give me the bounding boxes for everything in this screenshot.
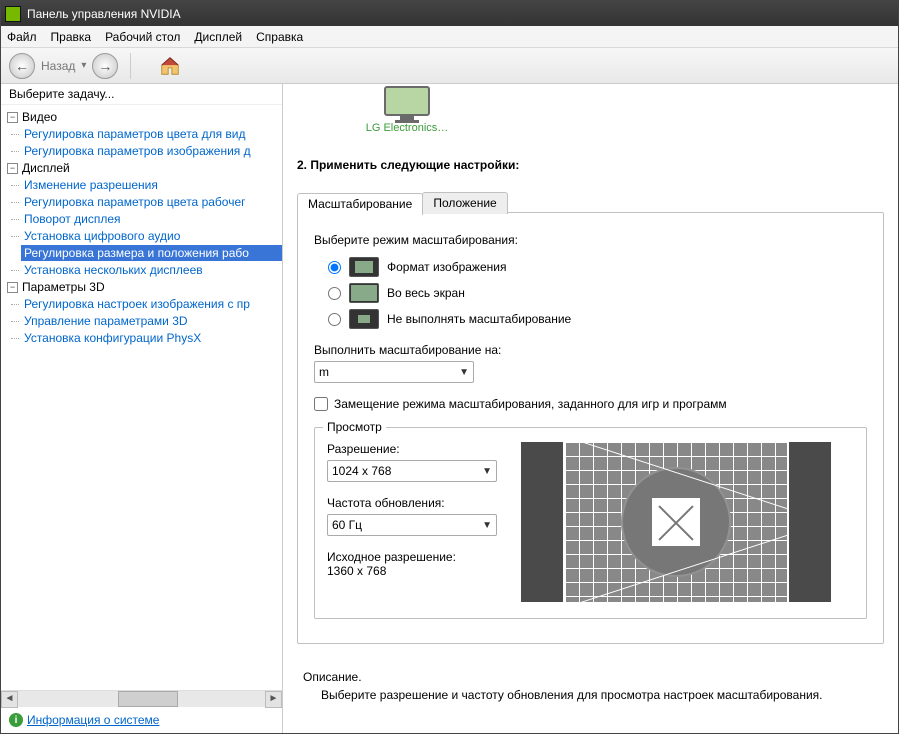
monitor-icon — [384, 86, 430, 120]
chevron-down-icon: ▼ — [459, 367, 469, 378]
section-heading: 2. Применить следующие настройки: — [297, 158, 884, 172]
system-info-link[interactable]: Информация о системе — [27, 713, 159, 727]
nav-toolbar: ← Назад ▾ → — [1, 48, 898, 84]
arrow-left-icon: ← — [15, 58, 29, 74]
forward-button[interactable]: → — [92, 53, 118, 79]
refresh-value: 60 Гц — [332, 518, 362, 532]
tree-item-video-image[interactable]: Регулировка параметров изображения д — [21, 143, 282, 159]
dropdown-icon[interactable]: ▾ — [81, 60, 86, 71]
home-button[interactable] — [159, 55, 181, 77]
sidebar-title: Выберите задачу... — [1, 84, 282, 105]
resolution-select[interactable]: 1024 x 768 ▼ — [327, 460, 497, 482]
refresh-select[interactable]: 60 Гц ▼ — [327, 514, 497, 536]
tree-item-digital-audio[interactable]: Установка цифрового аудио — [21, 228, 282, 244]
info-icon: i — [9, 713, 23, 727]
task-sidebar: Выберите задачу... − Видео Регулировка п… — [1, 84, 283, 733]
monitor-label: LG Electronics… — [357, 122, 457, 134]
noscale-preview-icon — [349, 309, 379, 329]
chevron-down-icon: ▼ — [482, 520, 492, 531]
back-button[interactable]: ← — [9, 53, 35, 79]
radio-fullscreen-label: Во весь экран — [387, 286, 465, 300]
menu-display[interactable]: Дисплей — [194, 30, 242, 44]
radio-fullscreen-row[interactable]: Во весь экран — [328, 283, 867, 303]
tree-group-label: Видео — [22, 110, 57, 124]
tab-position[interactable]: Положение — [422, 192, 507, 214]
preview-legend: Просмотр — [323, 420, 386, 434]
menu-help[interactable]: Справка — [256, 30, 303, 44]
tree-item-physx[interactable]: Установка конфигурации PhysX — [21, 330, 282, 346]
tree-item-3d-image[interactable]: Регулировка настроек изображения с пр — [21, 296, 282, 312]
tree-group-3d[interactable]: − Параметры 3D — [5, 279, 282, 295]
arrow-right-icon: → — [98, 58, 112, 74]
tree-group-display[interactable]: − Дисплей — [5, 160, 282, 176]
menu-bar: Файл Правка Рабочий стол Дисплей Справка — [1, 26, 898, 48]
tree-item-multidisplay[interactable]: Установка нескольких дисплеев — [21, 262, 282, 278]
menu-desktop[interactable]: Рабочий стол — [105, 30, 180, 44]
radio-aspect-label: Формат изображения — [387, 260, 506, 274]
preview-groupbox: Просмотр Разрешение: 1024 x 768 ▼ Частот… — [314, 427, 867, 619]
tree-group-label: Дисплей — [22, 161, 70, 175]
window-title: Панель управления NVIDIA — [27, 7, 181, 21]
monitor-preview[interactable]: LG Electronics… — [357, 86, 457, 134]
scrollbar-thumb[interactable] — [118, 691, 178, 707]
radio-aspect-row[interactable]: Формат изображения — [328, 257, 867, 277]
description-title: Описание. — [303, 670, 884, 684]
scaling-preview-image — [521, 442, 831, 602]
collapse-icon[interactable]: − — [7, 112, 18, 123]
typical-usage-title: Типичные ситуации применения: — [303, 732, 884, 733]
collapse-icon[interactable]: − — [7, 163, 18, 174]
tree-item-rotate-display[interactable]: Поворот дисплея — [21, 211, 282, 227]
native-res-label: Исходное разрешение: — [327, 550, 497, 564]
tree-item-desktop-color[interactable]: Регулировка параметров цвета рабочег — [21, 194, 282, 210]
back-label: Назад — [41, 59, 75, 73]
nvidia-app-icon — [5, 6, 21, 22]
window-titlebar: Панель управления NVIDIA — [1, 1, 898, 26]
native-res-value: 1360 x 768 — [327, 564, 497, 578]
perform-on-select[interactable]: m ▼ — [314, 361, 474, 383]
tree-item-size-position[interactable]: Регулировка размера и положения рабо — [21, 245, 282, 261]
tree-item-video-color[interactable]: Регулировка параметров цвета для вид — [21, 126, 282, 142]
override-label: Замещение режима масштабирования, заданн… — [334, 397, 727, 411]
resolution-value: 1024 x 768 — [332, 464, 391, 478]
perform-on-value: m — [319, 365, 329, 379]
tree-item-3d-params[interactable]: Управление параметрами 3D — [21, 313, 282, 329]
tree-group-label: Параметры 3D — [22, 280, 105, 294]
aspect-preview-icon — [349, 257, 379, 277]
tree-group-video[interactable]: − Видео — [5, 109, 282, 125]
radio-noscale[interactable] — [328, 313, 341, 326]
perform-on-label: Выполнить масштабирование на: — [314, 343, 867, 357]
chevron-down-icon: ▼ — [482, 466, 492, 477]
collapse-icon[interactable]: − — [7, 282, 18, 293]
refresh-label: Частота обновления: — [327, 496, 497, 510]
radio-aspect[interactable] — [328, 261, 341, 274]
tree-item-change-resolution[interactable]: Изменение разрешения — [21, 177, 282, 193]
sidebar-h-scrollbar[interactable]: ◄ ► — [1, 690, 282, 707]
scroll-left-icon[interactable]: ◄ — [1, 691, 18, 708]
content-area: LG Electronics… 2. Применить следующие н… — [283, 84, 898, 733]
menu-file[interactable]: Файл — [7, 30, 37, 44]
tab-scaling[interactable]: Масштабирование — [297, 193, 423, 215]
scaling-mode-label: Выберите режим масштабирования: — [314, 233, 867, 247]
menu-edit[interactable]: Правка — [51, 30, 92, 44]
settings-tab-panel: Масштабирование Положение Выберите режим… — [297, 212, 884, 644]
system-info-link-row: i Информация о системе — [1, 707, 282, 733]
scroll-right-icon[interactable]: ► — [265, 691, 282, 708]
fullscreen-preview-icon — [349, 283, 379, 303]
override-checkbox[interactable] — [314, 397, 328, 411]
radio-noscale-row[interactable]: Не выполнять масштабирование — [328, 309, 867, 329]
resolution-label: Разрешение: — [327, 442, 497, 456]
radio-noscale-label: Не выполнять масштабирование — [387, 312, 571, 326]
task-tree[interactable]: − Видео Регулировка параметров цвета для… — [1, 105, 282, 690]
description-body: Выберите разрешение и частоту обновления… — [303, 688, 884, 702]
toolbar-divider — [130, 53, 131, 79]
radio-fullscreen[interactable] — [328, 287, 341, 300]
